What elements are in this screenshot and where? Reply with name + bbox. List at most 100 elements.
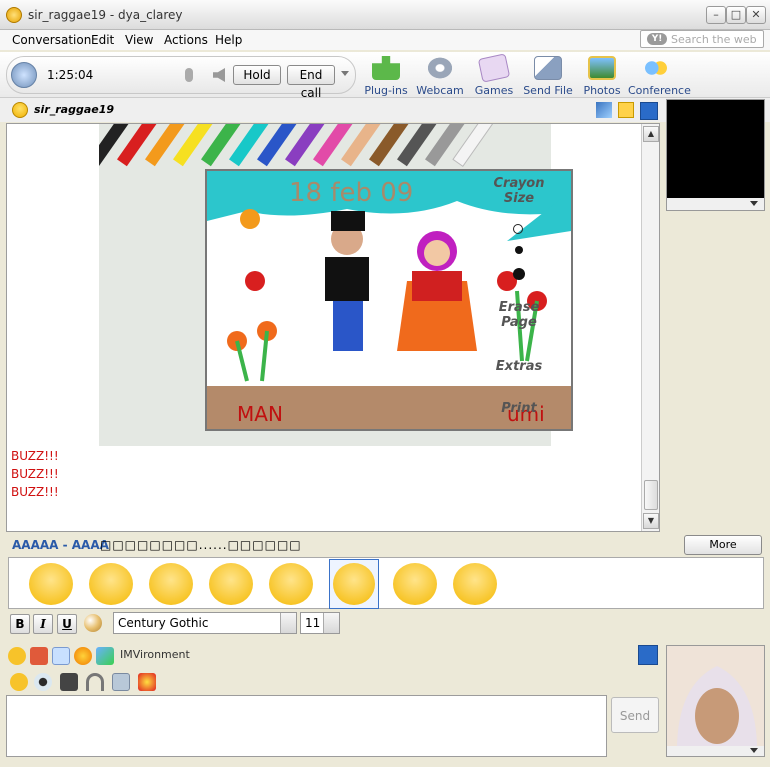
audible-item[interactable] — [393, 563, 437, 605]
toolbar-plugins[interactable]: Plug-ins — [358, 56, 414, 97]
minimize-button[interactable]: – — [706, 6, 726, 24]
audible-item[interactable] — [209, 563, 253, 605]
contact-name[interactable]: sir_raggae19 — [34, 103, 114, 116]
font-family-select[interactable]: Century Gothic — [113, 612, 297, 634]
dice-icon — [477, 53, 511, 83]
more-audibles-button[interactable]: More Audibles — [684, 535, 762, 569]
send-file-icon — [534, 56, 562, 80]
my-display-image[interactable] — [666, 645, 765, 757]
sun-icon[interactable] — [74, 647, 92, 665]
toolbar-webcam-label: Webcam — [416, 84, 464, 97]
menu-help[interactable]: Help — [215, 33, 242, 47]
erase-page-button[interactable]: Erase Page — [489, 300, 549, 330]
scroll-down-button[interactable]: ▼ — [643, 513, 659, 529]
imvironment-icon[interactable] — [96, 647, 114, 665]
audibles-category: AAAAA - AAAA — [12, 538, 109, 552]
photos-icon — [588, 56, 616, 80]
contact-video-footer — [667, 198, 764, 210]
audible-item[interactable] — [29, 563, 73, 605]
conversation-scrollbar[interactable]: ▲ ▼ — [641, 124, 659, 531]
toolbar-sendfile[interactable]: Send File — [520, 56, 576, 97]
plugin-icon — [372, 56, 400, 80]
buzz-message: BUZZ!!! — [11, 467, 59, 481]
scroll-up-button[interactable]: ▲ — [643, 126, 659, 142]
toolbar-conference[interactable]: Conference — [628, 56, 691, 97]
voice-call-panel: 1:25:04 Hold End call — [6, 56, 356, 100]
buzz-message: BUZZ!!! — [11, 485, 59, 499]
italic-button[interactable]: I — [33, 614, 53, 634]
audible-item[interactable] — [453, 563, 497, 605]
webcam-icon — [426, 56, 454, 80]
headphones-icon[interactable] — [86, 673, 104, 691]
text-style-icon[interactable] — [52, 647, 70, 665]
toolbar-webcam[interactable]: Webcam — [412, 56, 468, 97]
contact-card-icon[interactable] — [640, 102, 658, 120]
audible-face-icon — [333, 563, 375, 605]
emoticon-cool-icon[interactable] — [8, 647, 26, 665]
doodle-pad: 18 feb 09 MAN umi Crayon Size Erase Page… — [99, 124, 573, 446]
chevron-down-icon — [280, 613, 296, 633]
menu-edit[interactable]: Edit — [91, 33, 114, 47]
imvironment-label[interactable]: IMVironment — [120, 648, 190, 661]
nudge-icon[interactable] — [30, 647, 48, 665]
crayon-size-label: Crayon Size — [493, 176, 545, 206]
mail-icon[interactable] — [618, 102, 634, 118]
toolbar-games-label: Games — [474, 84, 514, 97]
maximize-button[interactable]: □ — [726, 6, 746, 24]
contact-video-panel[interactable] — [666, 99, 765, 211]
avatar-photo — [667, 646, 764, 756]
chevron-down-icon[interactable] — [750, 748, 758, 753]
extras-button[interactable]: Extras — [489, 359, 549, 374]
send-button[interactable]: Send — [611, 697, 659, 733]
audible-item[interactable] — [149, 563, 193, 605]
yahoo-search-icon: Y! — [647, 33, 667, 45]
audibles-title: □□□□□□□□......□□□□□□ — [100, 538, 302, 552]
scroll-thumb[interactable] — [644, 480, 658, 510]
crayon-size-small[interactable] — [513, 224, 523, 234]
print-button[interactable]: Print — [489, 401, 549, 416]
conference-icon — [642, 56, 670, 80]
bold-button[interactable]: B — [10, 614, 30, 634]
call-status-icon — [11, 62, 37, 88]
audible-item-selected[interactable] — [329, 559, 379, 609]
palette-icon[interactable] — [84, 614, 102, 632]
menu-actions[interactable]: Actions — [164, 33, 208, 47]
search-placeholder: Search the web — [671, 33, 757, 46]
pencil-icon[interactable] — [596, 102, 612, 118]
toolbar-photos[interactable]: Photos — [574, 56, 630, 97]
audible-item[interactable] — [89, 563, 133, 605]
end-call-button[interactable]: End call — [287, 65, 335, 100]
speaker-icon[interactable] — [213, 68, 225, 82]
menu-conversation[interactable]: Conversation — [12, 33, 91, 47]
close-button[interactable]: ✕ — [746, 6, 766, 24]
call-menu-chevron-icon[interactable] — [341, 71, 349, 76]
chevron-down-icon[interactable] — [750, 201, 758, 206]
font-size-select[interactable]: 11 — [300, 612, 340, 634]
hold-button[interactable]: Hold — [233, 65, 281, 85]
toolbar-games[interactable]: Games — [466, 53, 522, 97]
call-timer: 1:25:04 — [47, 68, 94, 82]
contact-card-icon[interactable] — [638, 645, 658, 665]
display-image-icon[interactable] — [112, 673, 130, 691]
crayon-size-large[interactable] — [513, 268, 525, 280]
video-camera-icon[interactable] — [60, 673, 78, 691]
drawing-date: 18 feb 09 — [289, 178, 413, 208]
conversation-pane[interactable]: 18 feb 09 MAN umi Crayon Size Erase Page… — [6, 123, 660, 532]
window-title: sir_raggae19 - dya_clarey — [28, 8, 183, 22]
web-search-input[interactable]: Y! Search the web — [640, 30, 764, 48]
contact-bar: sir_raggae19 — [0, 98, 770, 122]
microphone-icon[interactable] — [185, 68, 193, 82]
crayon-size-medium[interactable] — [515, 246, 523, 254]
audible-item[interactable] — [269, 563, 313, 605]
toolbar-plugins-label: Plug-ins — [364, 84, 408, 97]
font-size-value: 11 — [305, 616, 321, 630]
menu-view[interactable]: View — [125, 33, 153, 47]
underline-button[interactable]: U — [57, 614, 77, 634]
message-input[interactable] — [6, 695, 607, 757]
emoticon-icon[interactable] — [10, 673, 28, 691]
messenger-logo-icon — [6, 7, 22, 23]
toolbar-photos-label: Photos — [583, 84, 621, 97]
eye-icon[interactable] — [34, 673, 52, 691]
smiley-status-icon — [12, 102, 28, 118]
buzz-icon[interactable] — [138, 673, 156, 691]
